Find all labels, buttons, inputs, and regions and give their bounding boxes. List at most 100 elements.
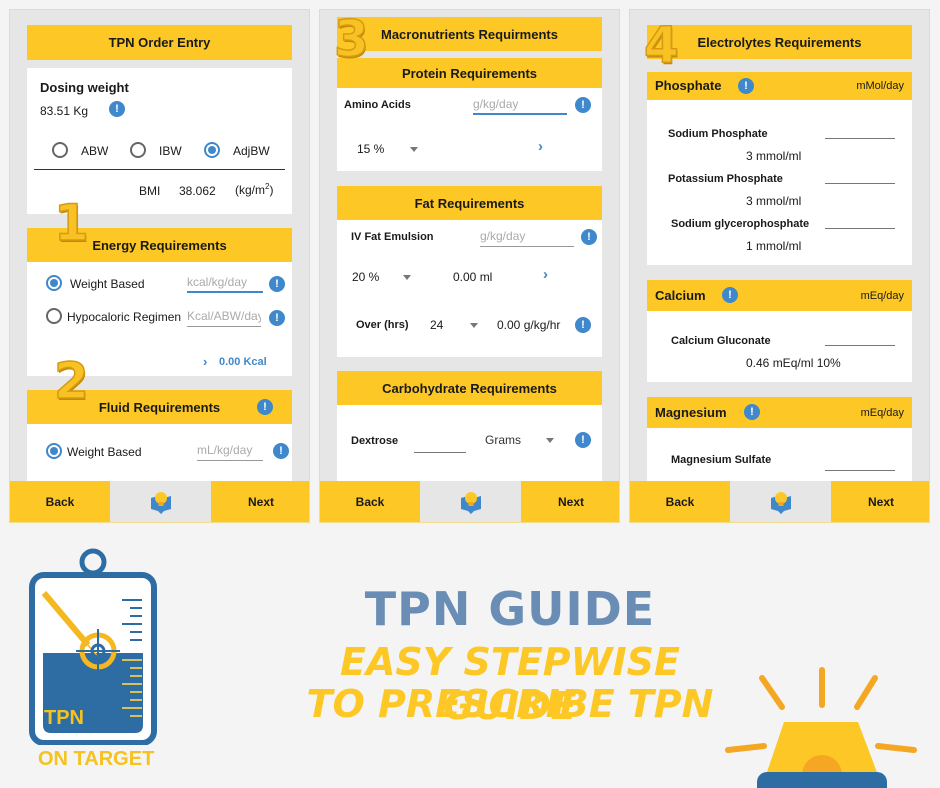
protein-card: Amino Acids g/kg/day ! 15 % › [337, 88, 602, 171]
calcium-gluconate-input[interactable] [825, 345, 895, 346]
calcium-gluconate-conc: 0.46 mEq/ml 10% [746, 356, 841, 370]
carbohydrate-requirements-header: Carbohydrate Requirements [337, 371, 602, 405]
over-hrs-label: Over (hrs) [356, 319, 409, 331]
next-button[interactable]: Next [831, 481, 929, 522]
info-icon[interactable]: ! [722, 287, 738, 303]
hours-select[interactable]: 24 [430, 318, 443, 332]
fat-rate: 0.00 g/kg/hr [497, 318, 561, 332]
back-button[interactable]: Back [10, 481, 110, 522]
radio-abw-label: ABW [81, 144, 109, 158]
bottom-nav: Back Next [630, 481, 929, 522]
page-title: Electrolytes Requirements [647, 25, 912, 59]
screen-tpn-order-entry: TPN Order Entry Dosing weight 83.51 Kg !… [9, 9, 310, 523]
fat-requirements-header: Fat Requirements [337, 186, 602, 220]
bmi-unit: (kg/m2) [235, 182, 274, 197]
radio-ibw[interactable] [130, 142, 146, 158]
info-icon[interactable]: ! [738, 78, 754, 94]
info-icon[interactable]: ! [575, 317, 591, 333]
fat-concentration-select[interactable]: 20 % [352, 270, 379, 284]
sodium-glycerophosphate-label: Sodium glycerophosphate [671, 218, 810, 230]
calcium-gluconate-label: Calcium Gluconate [671, 335, 771, 347]
hypocaloric-label: Hypocaloric Regimen [67, 310, 182, 324]
info-icon[interactable]: ! [269, 276, 285, 292]
guide-title: TPN GUIDE [364, 582, 656, 636]
info-icon[interactable]: ! [575, 432, 591, 448]
radio-ibw-label: IBW [159, 144, 182, 158]
dropdown-arrow-icon[interactable] [546, 438, 554, 443]
radio-adjbw[interactable] [204, 142, 220, 158]
step-number-1: 1 [53, 193, 89, 253]
logo-tagline: ON TARGET [38, 748, 155, 770]
phosphate-card: Sodium Phosphate 3 mmol/ml Potassium Pho… [647, 100, 912, 265]
weight-based-label: Weight Based [70, 277, 145, 291]
chevron-right-icon[interactable]: › [543, 266, 548, 283]
lightbulb-map-icon [770, 491, 791, 514]
magnesium-sulfate-input[interactable] [825, 470, 895, 471]
dropdown-arrow-icon[interactable] [403, 275, 411, 280]
fluid-card: Weight Based mL/kg/day ! [27, 424, 292, 484]
info-icon[interactable]: ! [575, 97, 591, 113]
dropdown-arrow-icon[interactable] [470, 323, 478, 328]
info-icon[interactable]: ! [581, 229, 597, 245]
radio-abw[interactable] [52, 142, 68, 158]
calcium-header: Calcium ! mEq/day [647, 280, 912, 311]
screen-macronutrients: Macronutrients Requirments Protein Requi… [319, 9, 620, 523]
dosing-weight-label: Dosing weight [40, 80, 129, 95]
sodium-phosphate-conc: 3 mmol/ml [746, 149, 802, 163]
sodium-phosphate-input[interactable] [825, 138, 895, 139]
next-button[interactable]: Next [211, 481, 309, 522]
info-icon[interactable]: ! [269, 310, 285, 326]
radio-fluid-weight-based[interactable] [46, 443, 62, 459]
radio-hypocaloric[interactable] [46, 308, 62, 324]
dextrose-input[interactable] [414, 452, 466, 453]
magnesium-sulfate-label: Magnesium Sulfate [671, 454, 772, 466]
back-button[interactable]: Back [320, 481, 420, 522]
tips-button[interactable] [110, 481, 211, 522]
dosing-weight-value: 83.51 Kg [40, 104, 89, 118]
energy-total: 0.00 Kcal [219, 356, 267, 368]
phosphate-title: Phosphate [655, 78, 722, 93]
fat-input[interactable]: g/kg/day [480, 229, 574, 247]
tips-button[interactable] [420, 481, 521, 522]
radio-adjbw-label: AdjBW [233, 144, 270, 158]
info-icon[interactable]: ! [257, 399, 273, 415]
potassium-phosphate-conc: 3 mmol/ml [746, 194, 802, 208]
divider [34, 169, 285, 170]
kcal-abw-input[interactable]: Kcal/ABW/day [187, 309, 261, 327]
carb-card: Dextrose Grams ! [337, 405, 602, 483]
guide-subtitle-line2: TO PRESCRIBE TPN [306, 682, 714, 726]
radio-weight-based[interactable] [46, 275, 62, 291]
bottom-nav: Back Next [320, 481, 619, 522]
info-icon[interactable]: ! [109, 101, 125, 117]
dextrose-unit-select[interactable]: Grams [485, 433, 521, 447]
info-icon[interactable]: ! [744, 404, 760, 420]
kcal-per-kg-input[interactable]: kcal/kg/day [187, 275, 263, 293]
chevron-right-icon[interactable]: › [538, 138, 543, 155]
info-icon[interactable]: ! [273, 443, 289, 459]
phosphate-unit: mMol/day [856, 80, 904, 92]
amino-acids-input[interactable]: g/kg/day [473, 97, 567, 115]
page-title: TPN Order Entry [27, 25, 292, 60]
fat-volume: 0.00 ml [453, 270, 493, 284]
ml-per-kg-input[interactable]: mL/kg/day [197, 443, 263, 461]
step-number-3: 3 [333, 10, 369, 69]
back-button[interactable]: Back [630, 481, 730, 522]
chevron-right-icon[interactable]: › [203, 354, 207, 369]
phosphate-header: Phosphate ! mMol/day [647, 72, 912, 100]
iv-fat-emulsion-label: IV Fat Emulsion [351, 231, 434, 243]
logo-text: TPN [44, 707, 84, 729]
potassium-phosphate-input[interactable] [825, 183, 895, 184]
protein-requirements-header: Protein Requirements [337, 58, 602, 88]
step-number-2: 2 [53, 351, 89, 411]
sodium-glycerophosphate-input[interactable] [825, 228, 895, 229]
sodium-phosphate-label: Sodium Phosphate [668, 128, 768, 140]
magnesium-header: Magnesium ! mEq/day [647, 397, 912, 428]
calcium-unit: mEq/day [860, 290, 904, 302]
tips-button[interactable] [730, 481, 831, 522]
bmi-label: BMI [139, 184, 161, 198]
next-button[interactable]: Next [521, 481, 619, 522]
potassium-phosphate-label: Potassium Phosphate [668, 173, 783, 185]
alarm-siren-icon [725, 667, 917, 788]
dropdown-arrow-icon[interactable] [410, 147, 418, 152]
amino-acid-concentration-select[interactable]: 15 % [357, 142, 384, 156]
